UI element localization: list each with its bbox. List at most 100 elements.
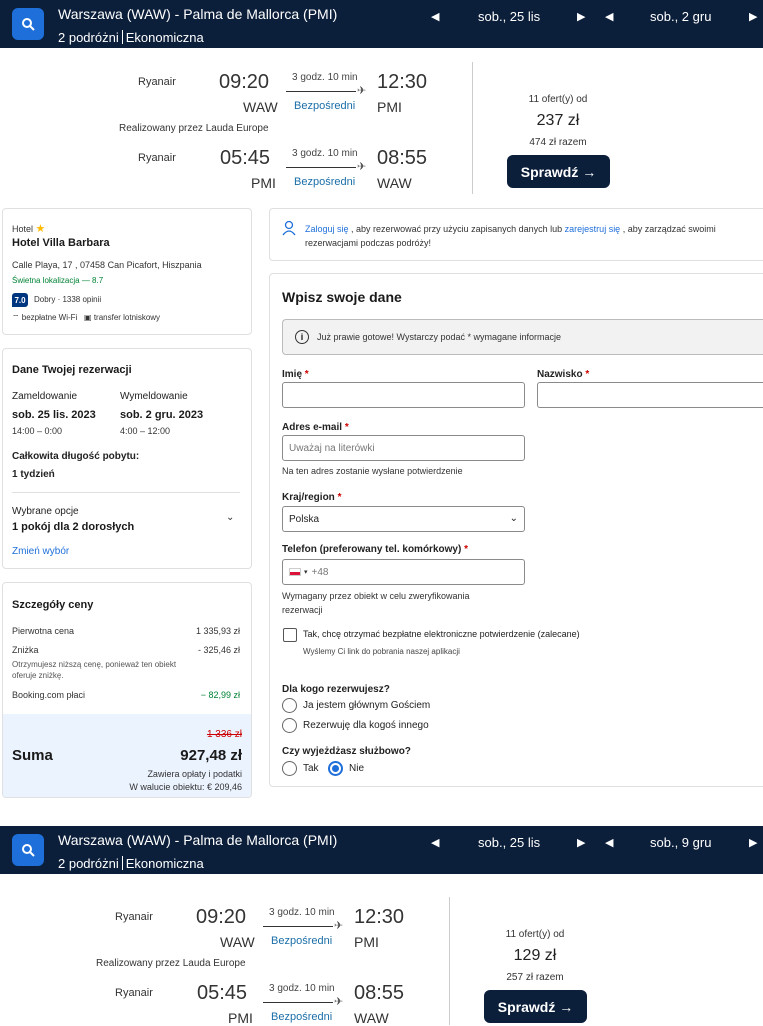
chevron-down-icon[interactable]: ⌄	[226, 512, 234, 523]
departure-time: 05:45	[197, 982, 248, 1004]
arrival-airport: PMI	[377, 99, 402, 115]
email-hint: Na ten adres zostanie wysłane potwierdze…	[282, 466, 463, 476]
radio-other-guest[interactable]	[282, 718, 297, 733]
checkin-time: 14:00 – 0:00	[12, 426, 63, 436]
divider	[449, 897, 450, 1025]
chevron-right-icon[interactable]: ▶	[749, 836, 757, 849]
chevron-down-icon: ⌄	[509, 513, 518, 524]
chevron-right-icon[interactable]: ▶	[749, 10, 757, 23]
discount-label: Zniżka	[12, 645, 39, 655]
phone-prefix: +48	[311, 566, 329, 578]
email-label: Adres e-mail *	[282, 422, 349, 433]
departure-airport: PMI	[228, 1010, 253, 1026]
chevron-left-icon[interactable]: ◀	[431, 10, 439, 23]
plane-icon: ✈	[357, 161, 367, 173]
depart-date[interactable]: sob., 25 lis	[478, 9, 540, 24]
wifi-icon: ⌔	[12, 313, 20, 322]
guest-details-form: Wpisz swoje dane i Już prawie gotowe! Wy…	[269, 273, 763, 787]
booking-pays-value: − 82,99 zł	[200, 690, 240, 700]
hotel-type: Hotel ★	[12, 223, 46, 235]
flight-duration: 3 godz. 10 min	[269, 907, 335, 918]
chevron-right-icon[interactable]: ▶	[577, 836, 585, 849]
signin-text: Zaloguj się , aby rezerwować przy użyciu…	[305, 224, 716, 248]
arrival-time: 08:55	[377, 147, 428, 169]
chevron-left-icon[interactable]: ◀	[605, 10, 613, 23]
travelers-cabin[interactable]: 2 podróżni Ekonomiczna	[58, 30, 204, 45]
old-total: 1 336 zł	[206, 729, 242, 740]
airline-name: Ryanair	[115, 911, 153, 923]
flight-price: 237 zł	[536, 112, 580, 129]
divider	[12, 492, 240, 493]
chevron-left-icon[interactable]: ◀	[605, 836, 613, 849]
rating-badge: 7.0	[12, 293, 28, 307]
route-line	[263, 1002, 333, 1003]
options-label: Wybrane opcje	[12, 506, 79, 517]
flight-duration: 3 godz. 10 min	[269, 983, 335, 994]
radio-main-guest[interactable]	[282, 698, 297, 713]
stops-label: Bezpośredni	[271, 1011, 333, 1023]
travelers-label: 2 podróżni	[58, 30, 119, 45]
radio-business-yes[interactable]	[282, 761, 297, 776]
signin-banner: Zaloguj się , aby rezerwować przy użyciu…	[269, 208, 763, 261]
stay-length-value: 1 tydzień	[12, 469, 55, 480]
radio-business-no[interactable]	[328, 761, 343, 776]
flight-result-card: Ryanair 09:20 WAW 3 godz. 10 min ✈ Bezpo…	[0, 60, 763, 210]
airline-name: Ryanair	[138, 76, 176, 88]
price-details-card: Szczegóły ceny Pierwotna cena 1 335,93 z…	[2, 582, 252, 798]
airline-name: Ryanair	[115, 987, 153, 999]
phone-hint: Wymagany przez obiekt w celu zweryfikowa…	[282, 591, 470, 615]
cabin-label: Ekonomiczna	[125, 856, 204, 871]
booking-details-card: Dane Twojej rezerwacji Zameldowanie sob.…	[2, 348, 252, 569]
phone-input[interactable]: ▾ +48	[282, 559, 525, 585]
confirm-checkbox[interactable]	[283, 628, 297, 642]
search-icon	[22, 18, 35, 31]
booking-title: Dane Twojej rezerwacji	[12, 364, 132, 376]
info-icon: i	[295, 330, 309, 344]
who-booking-label: Dla kogo rezerwujesz?	[282, 684, 390, 695]
booking-pays-label: Booking.com płaci	[12, 690, 86, 700]
login-link[interactable]: Zaloguj się	[305, 224, 349, 234]
arrival-airport: PMI	[354, 934, 379, 950]
stops-label: Bezpośredni	[271, 935, 333, 947]
stay-length-label: Całkowita długość pobytu:	[12, 451, 140, 462]
info-notice: i Już prawie gotowe! Wystarczy podać * w…	[282, 319, 763, 355]
hotel-name: Hotel Villa Barbara	[12, 237, 110, 249]
return-date[interactable]: sob., 2 gru	[650, 9, 711, 24]
flag-icon[interactable]	[289, 568, 301, 576]
flight-duration: 3 godz. 10 min	[292, 148, 358, 159]
first-name-input[interactable]	[282, 382, 525, 408]
search-button[interactable]	[12, 834, 44, 866]
chevron-right-icon[interactable]: ▶	[577, 10, 585, 23]
depart-date[interactable]: sob., 25 lis	[478, 835, 540, 850]
last-name-input[interactable]	[537, 382, 763, 408]
travelers-cabin[interactable]: 2 podróżni Ekonomiczna	[58, 856, 204, 871]
route-label[interactable]: Warszawa (WAW) - Palma de Mallorca (PMI)	[58, 6, 337, 22]
check-flight-button[interactable]: Sprawdź →	[507, 155, 610, 188]
discount-value: - 325,46 zł	[197, 645, 240, 655]
main-guest-label: Ja jestem głównym Gościem	[303, 700, 431, 711]
total-section: 1 336 zł Suma 927,48 zł Zawiera opłaty i…	[3, 714, 251, 797]
flight-search-bar: Warszawa (WAW) - Palma de Mallorca (PMI)…	[0, 826, 763, 874]
departure-time: 09:20	[196, 906, 247, 928]
country-select[interactable]: Polska ⌄	[282, 506, 525, 532]
arrival-time: 12:30	[354, 906, 405, 928]
plane-icon: ✈	[357, 85, 367, 97]
divider	[472, 62, 473, 194]
cabin-label: Ekonomiczna	[125, 30, 204, 45]
return-date[interactable]: sob., 9 gru	[650, 835, 711, 850]
route-label[interactable]: Warszawa (WAW) - Palma de Mallorca (PMI)	[58, 832, 337, 848]
original-price-value: 1 335,93 zł	[195, 626, 240, 636]
register-link[interactable]: zarejestruj się	[565, 224, 621, 234]
email-input[interactable]: Uważaj na literówki	[282, 435, 525, 461]
first-name-label: Imię *	[282, 369, 309, 380]
chevron-left-icon[interactable]: ◀	[431, 836, 439, 849]
notice-text: Już prawie gotowe! Wystarczy podać * wym…	[317, 332, 562, 342]
search-icon	[22, 844, 35, 857]
price-title: Szczegóły ceny	[12, 599, 94, 611]
search-button[interactable]	[12, 8, 44, 40]
country-label: Kraj/region *	[282, 492, 342, 503]
change-selection-link[interactable]: Zmień wybór	[12, 546, 69, 557]
route-line	[263, 926, 333, 927]
check-flight-button[interactable]: Sprawdź →	[484, 990, 587, 1023]
options-value: 1 pokój dla 2 dorosłych	[12, 521, 135, 533]
